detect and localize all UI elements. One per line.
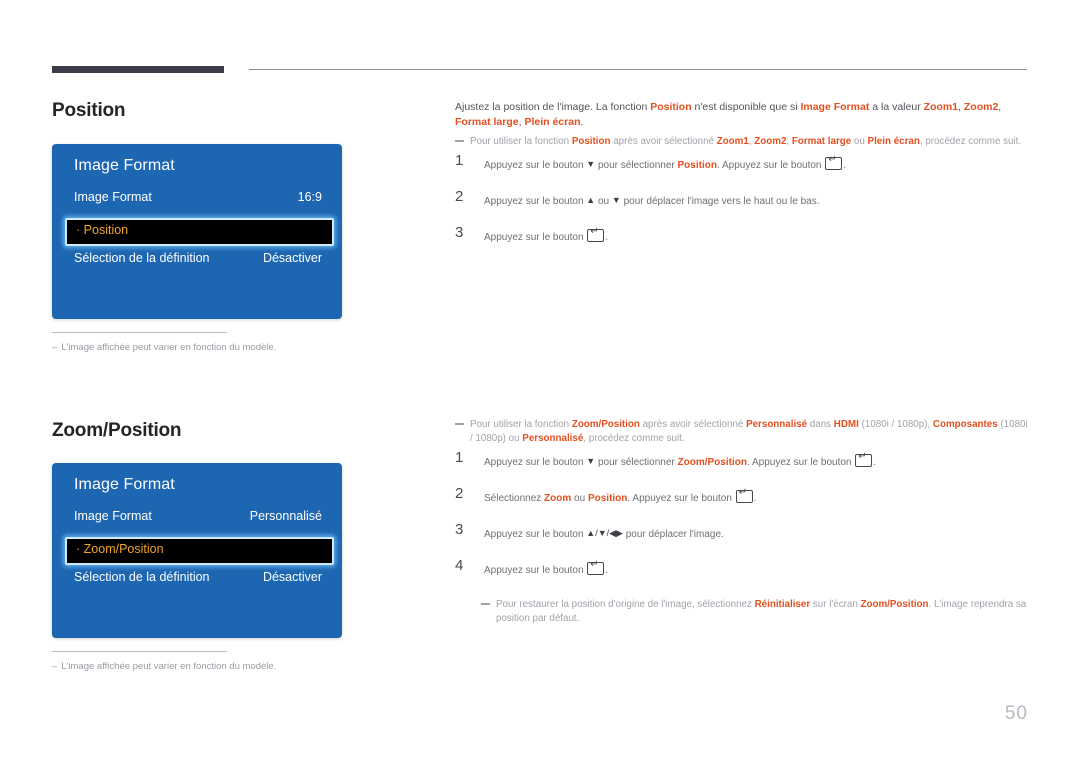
enter-key-icon: [587, 559, 605, 575]
step-item: 4Appuyez sur le bouton .: [455, 557, 1030, 578]
osd-row-image-format[interactable]: Image Format Personnalisé: [74, 509, 322, 529]
osd-panel-zoom-position: Image Format Image Format Personnalisé ·…: [52, 463, 342, 638]
section-title-position: Position: [52, 100, 126, 121]
footnote-rule: [52, 332, 227, 333]
step-number: 1: [455, 449, 464, 466]
osd-row-value: Désactiver: [262, 570, 322, 584]
osd-row-key: Image Format: [74, 509, 152, 523]
steps-list-zoom-position: 1 Appuyez sur le bouton ▼ pour sélectionn…: [455, 449, 1030, 578]
osd-row-definition-selection[interactable]: Sélection de la définition Désactiver: [74, 570, 322, 590]
step-number: 2: [455, 485, 464, 502]
note-paragraph: Pour utiliser la fonction Zoom/Position …: [455, 418, 1030, 446]
osd-panel-position: Image Format Image Format 16:9 · Positio…: [52, 144, 342, 319]
arrow-down-icon: ▼: [586, 456, 596, 466]
arrow-down-icon: ▼: [611, 195, 621, 205]
step-item: 3 Appuyez sur le bouton ▲/▼/◀▶ pour dépla…: [455, 521, 724, 540]
osd-row-value: 16:9: [297, 190, 322, 204]
step-item: 2 Sélectionnez Zoom ou Position. Appuyez …: [455, 485, 1030, 506]
step-number: 3: [455, 521, 464, 538]
lead-paragraph: Ajustez la position de l'image. La fonct…: [455, 101, 1002, 128]
step-number: 4: [455, 557, 464, 574]
header-rule-line: [249, 69, 1027, 70]
page-number: 50: [1004, 703, 1028, 724]
osd-selected-label: · Zoom/Position: [76, 542, 164, 556]
footnote-dash: –: [52, 661, 58, 672]
manual-page: Position Image Format Image Format 16:9 …: [0, 0, 1080, 763]
note-dash-icon: [455, 423, 464, 425]
osd-selected-row-zoom-position[interactable]: · Zoom/Position: [65, 537, 334, 565]
steps-list-position: 1 Appuyez sur le bouton ▼ pour sélectionn…: [455, 152, 1030, 245]
footnote-text: – L'image affichée peut varier en fonctio…: [52, 661, 277, 672]
arrow-down-icon: ▼: [586, 159, 596, 169]
note-paragraph: Pour utiliser la fonction Position après…: [455, 135, 1030, 149]
enter-key-icon: [855, 451, 873, 467]
osd-row-definition-selection[interactable]: Sélection de la définition Désactiver: [74, 251, 322, 271]
footnote-text: – L'image affichée peut varier en fonctio…: [52, 342, 277, 353]
enter-key-icon: [735, 487, 753, 503]
arrow-directions-icon: ▲/▼/◀▶: [586, 528, 623, 538]
section-title-zoom-position: Zoom/Position: [52, 420, 182, 441]
panel-footnote-2: – L'image affichée peut varier en fonctio…: [52, 651, 352, 672]
osd-row-value: Désactiver: [262, 251, 322, 265]
arrow-up-icon: ▲: [586, 195, 596, 205]
osd-row-key: Sélection de la définition: [74, 251, 210, 265]
enter-key-icon: [825, 154, 843, 170]
osd-row-key: Image Format: [74, 190, 152, 204]
step-number: 3: [455, 224, 464, 241]
section-body-zoom-position: Pour utiliser la fonction Zoom/Position …: [455, 418, 1030, 636]
sub-note-paragraph: Pour restaurer la position d'origine de …: [481, 598, 1030, 626]
footnote-rule: [52, 651, 227, 652]
osd-panel-title: Image Format: [74, 476, 175, 493]
osd-panel-title: Image Format: [74, 157, 175, 174]
step-item: 1 Appuyez sur le bouton ▼ pour sélectionn…: [455, 152, 1030, 173]
note-dash-icon: [455, 140, 464, 142]
note-dash-icon: [481, 603, 490, 605]
step-item: 3Appuyez sur le bouton .: [455, 224, 1030, 245]
section-body-position: Ajustez la position de l'image. La fonct…: [455, 100, 1030, 265]
panel-footnote-1: – L'image affichée peut varier en fonctio…: [52, 332, 352, 353]
step-item: 2 Appuyez sur le bouton ▲ ou ▼ pour dépla…: [455, 188, 820, 207]
step-number: 1: [455, 152, 464, 169]
osd-selected-row-position[interactable]: · Position: [65, 218, 334, 246]
step-item: 1 Appuyez sur le bouton ▼ pour sélectionn…: [455, 449, 1030, 470]
header-accent-bar: [52, 66, 224, 73]
osd-row-value: Personnalisé: [249, 509, 322, 523]
osd-selected-label: · Position: [76, 223, 129, 237]
osd-row-key: Sélection de la définition: [74, 570, 210, 584]
osd-row-image-format[interactable]: Image Format 16:9: [74, 190, 322, 210]
enter-key-icon: [587, 226, 605, 242]
step-number: 2: [455, 188, 464, 205]
footnote-dash: –: [52, 342, 58, 353]
